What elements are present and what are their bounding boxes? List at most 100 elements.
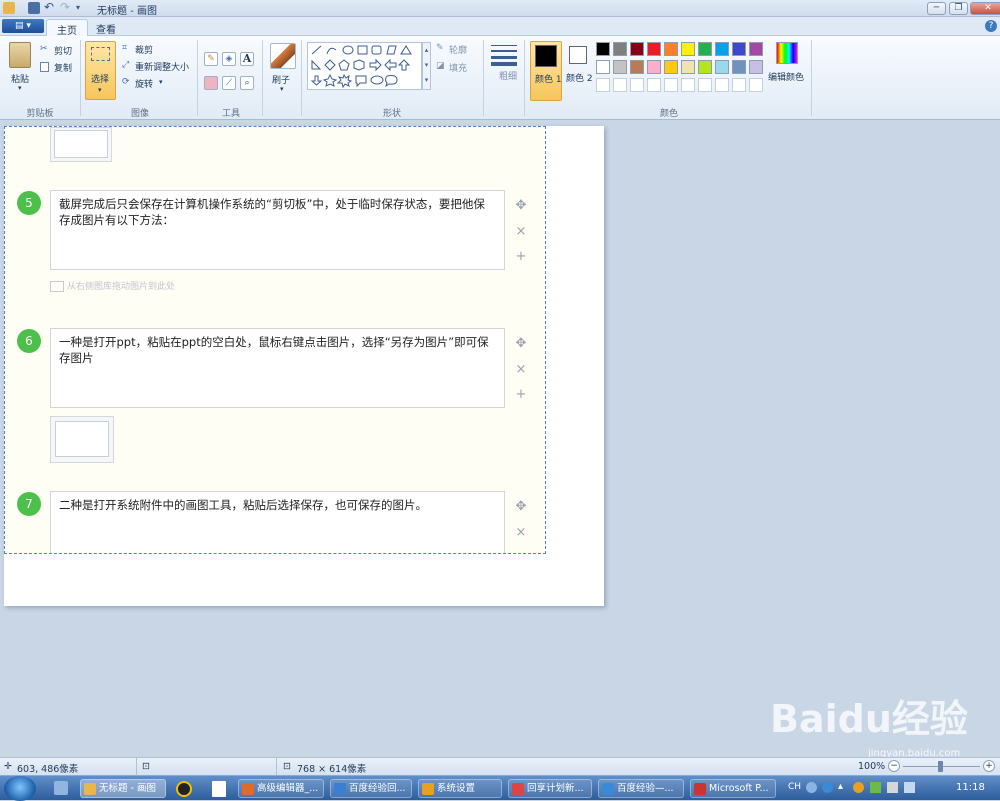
color-swatch[interactable] bbox=[732, 42, 746, 56]
custom-color-slot[interactable] bbox=[630, 78, 644, 92]
color-swatch[interactable] bbox=[596, 60, 610, 74]
color-swatch[interactable] bbox=[749, 42, 763, 56]
zoom-slider-thumb[interactable] bbox=[938, 761, 943, 772]
color-swatch[interactable] bbox=[698, 60, 712, 74]
minimize-button[interactable]: ─ bbox=[927, 2, 946, 15]
taskbar-item[interactable]: 系统设置 bbox=[418, 779, 502, 798]
app-icon bbox=[694, 783, 706, 795]
crop-icon: ⌗ bbox=[122, 43, 128, 53]
color-swatch[interactable] bbox=[613, 42, 627, 56]
app-icon bbox=[242, 783, 254, 795]
notepad-icon[interactable] bbox=[212, 781, 226, 797]
custom-color-slot[interactable] bbox=[596, 78, 610, 92]
color-swatch[interactable] bbox=[647, 60, 661, 74]
line-size-button[interactable]: 粗细 bbox=[499, 71, 517, 83]
paste-dropdown-icon[interactable]: ▾ bbox=[18, 84, 22, 92]
qq-tray-icon[interactable] bbox=[853, 782, 864, 793]
text-tool-icon[interactable]: A bbox=[240, 52, 254, 66]
close-button[interactable]: ✕ bbox=[970, 2, 1000, 15]
custom-color-slot[interactable] bbox=[698, 78, 712, 92]
network-icon[interactable] bbox=[870, 782, 881, 793]
custom-color-slot[interactable] bbox=[681, 78, 695, 92]
redo-icon[interactable]: ↷ bbox=[60, 1, 72, 14]
app-icon bbox=[512, 783, 524, 795]
color-swatch[interactable] bbox=[664, 42, 678, 56]
taskbar-item-label: 系统设置 bbox=[437, 783, 476, 794]
custom-color-slot[interactable] bbox=[613, 78, 627, 92]
color-picker-icon[interactable]: ⟋ bbox=[222, 76, 236, 90]
selection-rectangle[interactable] bbox=[4, 126, 546, 554]
custom-color-slot[interactable] bbox=[664, 78, 678, 92]
taskbar-item[interactable]: 回享计划新... bbox=[508, 779, 592, 798]
undo-icon[interactable]: ↶ bbox=[44, 1, 56, 14]
magnifier-icon[interactable]: ⌕ bbox=[240, 76, 254, 90]
show-desktop-icon[interactable] bbox=[54, 781, 68, 795]
color-swatch[interactable] bbox=[664, 60, 678, 74]
color-swatch[interactable] bbox=[681, 42, 695, 56]
quick-access-dropdown-icon[interactable]: ▾ bbox=[76, 2, 88, 14]
zoom-in-button[interactable]: + bbox=[983, 760, 995, 772]
image-group-label: 图像 bbox=[130, 109, 149, 119]
taskbar-item[interactable]: 无标题 - 画图 bbox=[80, 779, 166, 798]
outline-button[interactable]: 轮廓 bbox=[449, 43, 467, 56]
color-swatch[interactable] bbox=[613, 60, 627, 74]
crop-button[interactable]: 裁剪 bbox=[135, 43, 153, 56]
edit-colors-button[interactable]: 编辑颜色 bbox=[768, 70, 804, 83]
brushes-dropdown-icon[interactable]: ▾ bbox=[280, 85, 284, 93]
qq-icon[interactable] bbox=[176, 781, 192, 797]
clock[interactable]: 11:18 bbox=[956, 782, 985, 793]
custom-color-slot[interactable] bbox=[647, 78, 661, 92]
color1-button[interactable]: 颜色 1 bbox=[530, 41, 562, 101]
help-tray-icon[interactable] bbox=[822, 782, 833, 793]
flag-icon[interactable] bbox=[904, 782, 915, 793]
copy-button[interactable]: 复制 bbox=[54, 61, 72, 74]
tab-view[interactable]: 查看 bbox=[86, 19, 126, 36]
color-swatch[interactable] bbox=[596, 42, 610, 56]
brush-icon[interactable] bbox=[270, 43, 296, 69]
pencil-icon[interactable]: ✎ bbox=[204, 52, 218, 66]
taskbar-item[interactable]: 百度经验回... bbox=[330, 779, 412, 798]
color-swatch[interactable] bbox=[647, 42, 661, 56]
color-swatch[interactable] bbox=[630, 60, 644, 74]
select-button[interactable]: 选择 ▾ bbox=[85, 41, 116, 100]
edit-colors-icon[interactable] bbox=[776, 42, 798, 64]
eraser-icon[interactable] bbox=[204, 76, 218, 90]
tray-expand-icon[interactable]: ▴ bbox=[838, 781, 843, 792]
color-swatch[interactable] bbox=[732, 60, 746, 74]
fill-button[interactable]: 填充 bbox=[449, 61, 467, 74]
shapes-scroll-icon[interactable]: ▴ ▾ ▾ bbox=[422, 42, 431, 90]
maximize-button[interactable]: ❐ bbox=[949, 2, 968, 15]
cut-button[interactable]: 剪切 bbox=[54, 44, 72, 57]
ime-toolbar-icon[interactable] bbox=[806, 782, 817, 793]
custom-color-slot[interactable] bbox=[715, 78, 729, 92]
custom-color-slot[interactable] bbox=[749, 78, 763, 92]
taskbar-item[interactable]: 高级编辑器_... bbox=[238, 779, 324, 798]
color-swatch[interactable] bbox=[749, 60, 763, 74]
paste-icon[interactable] bbox=[9, 42, 31, 68]
start-button[interactable] bbox=[4, 776, 36, 801]
save-icon[interactable] bbox=[28, 2, 40, 14]
line-size-icon[interactable] bbox=[491, 45, 517, 66]
color-swatch[interactable] bbox=[698, 42, 712, 56]
color-swatch[interactable] bbox=[715, 42, 729, 56]
zoom-out-button[interactable]: − bbox=[888, 760, 900, 772]
color-swatch[interactable] bbox=[681, 60, 695, 74]
cut-icon: ✂ bbox=[40, 44, 48, 54]
resize-button[interactable]: 重新调整大小 bbox=[135, 60, 189, 73]
rotate-button[interactable]: 旋转 bbox=[135, 77, 153, 90]
volume-icon[interactable] bbox=[887, 782, 898, 793]
tab-home[interactable]: 主页 bbox=[46, 19, 88, 37]
taskbar-item[interactable]: 百度经验—... bbox=[598, 779, 684, 798]
fill-bucket-icon[interactable]: ◈ bbox=[222, 52, 236, 66]
color2-button[interactable]: 颜色 2 bbox=[566, 41, 593, 101]
file-menu-button[interactable]: ▤ ▾ bbox=[2, 19, 44, 33]
ime-indicator[interactable]: CH bbox=[788, 782, 801, 792]
custom-color-slot[interactable] bbox=[732, 78, 746, 92]
help-icon[interactable]: ? bbox=[985, 20, 997, 32]
color-swatch[interactable] bbox=[715, 60, 729, 74]
rotate-dropdown-icon[interactable]: ▾ bbox=[159, 78, 163, 86]
color-swatch[interactable] bbox=[630, 42, 644, 56]
taskbar-item[interactable]: Microsoft P... bbox=[690, 779, 776, 798]
app-icon bbox=[422, 783, 434, 795]
shapes-gallery[interactable] bbox=[307, 42, 422, 90]
